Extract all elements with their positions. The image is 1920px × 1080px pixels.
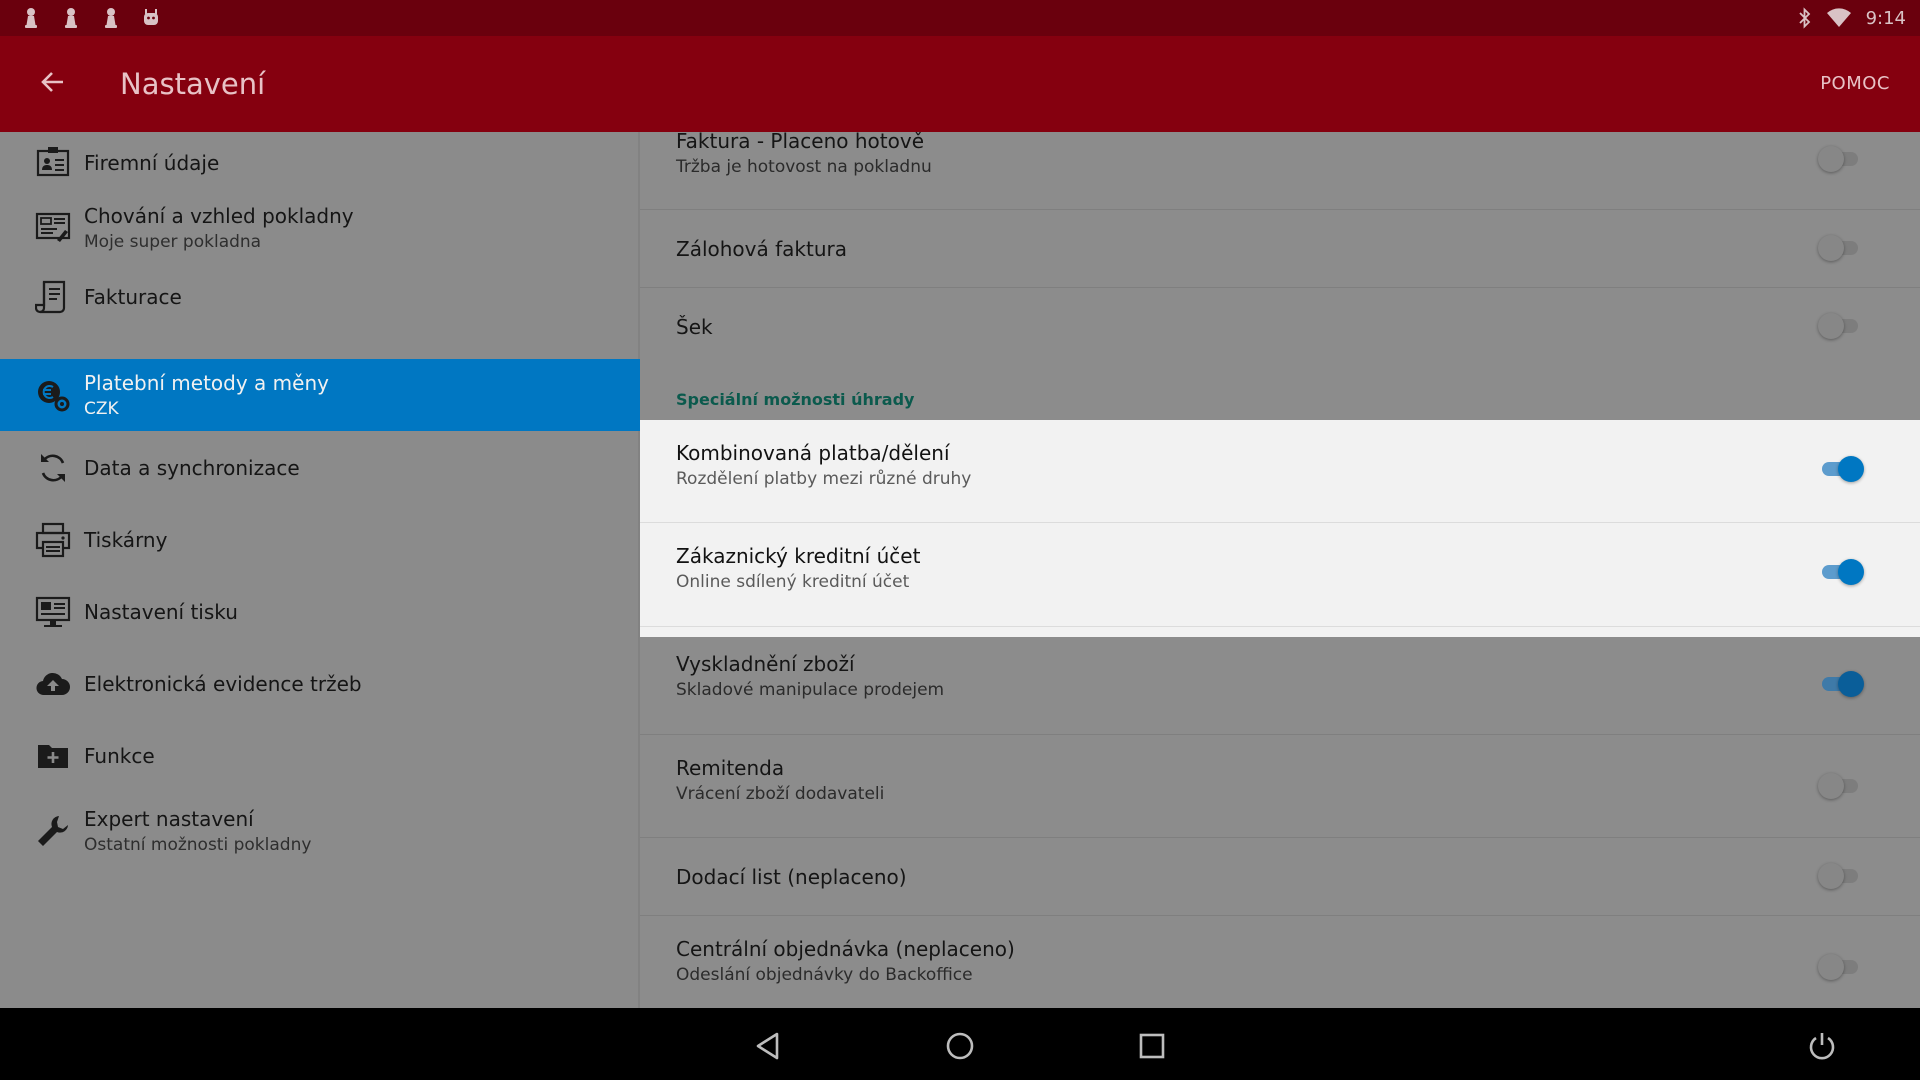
printer-icon [34, 521, 72, 559]
back-button[interactable] [24, 55, 82, 113]
sidebar-item-label: Expert nastavení [84, 807, 254, 831]
setting-subtitle: Vrácení zboží dodavateli [676, 784, 885, 804]
toggle-switch[interactable] [1818, 950, 1864, 984]
wifi-icon [1826, 8, 1852, 28]
arrow-back-icon [39, 68, 67, 100]
company-card-icon [34, 143, 72, 181]
help-button[interactable]: POMOC [1820, 73, 1890, 94]
sidebar-item-label: Tiskárny [84, 528, 168, 552]
setting-row-cheque[interactable]: Šek [640, 288, 1920, 366]
cloud-upload-icon [34, 665, 72, 703]
sidebar-item-functions[interactable]: Funkce [0, 728, 640, 784]
wrench-icon [34, 812, 72, 850]
sidebar-item-printers[interactable]: Tiskárny [0, 512, 640, 568]
sidebar-item-print-settings[interactable]: Nastavení tisku [0, 584, 640, 640]
setting-title: Vyskladnění zboží [676, 652, 855, 676]
setting-title: Remitenda [676, 756, 785, 780]
circle-home-icon [945, 1031, 975, 1061]
toggle-switch[interactable] [1818, 309, 1864, 343]
setting-subtitle: Rozdělení platby mezi různé druhy [676, 469, 972, 489]
sidebar-item-expert[interactable]: Expert nastavení Ostatní možnosti poklad… [0, 798, 640, 864]
setting-row-delivery-note[interactable]: Dodací list (neplaceno) [640, 838, 1920, 916]
setting-title: Faktura - Placeno hotově [676, 132, 925, 153]
nav-back-button[interactable] [748, 1026, 788, 1066]
setting-title: Zálohová faktura [676, 237, 847, 261]
setting-row-advance-invoice[interactable]: Zálohová faktura [640, 210, 1920, 288]
toggle-switch[interactable] [1818, 667, 1864, 701]
setting-title: Kombinovaná platba/dělení [676, 441, 950, 465]
setting-row-customer-credit[interactable]: Zákaznický kreditní účet Online sdílený … [640, 523, 1920, 627]
square-recents-icon [1137, 1031, 1167, 1061]
setting-subtitle: Odeslání objednávky do Backoffice [676, 965, 973, 985]
sidebar-item-label: Nastavení tisku [84, 600, 238, 624]
settings-sidebar: Firemní údaje Chování a vzhled pokladny … [0, 132, 640, 1008]
setting-title: Šek [676, 315, 713, 339]
sync-icon [34, 449, 72, 487]
sidebar-item-label: Data a synchronizace [84, 456, 300, 480]
setting-subtitle: Skladové manipulace prodejem [676, 680, 945, 700]
sidebar-item-eet[interactable]: Elektronická evidence tržeb [0, 656, 640, 712]
chess-pawn-icon [22, 7, 40, 29]
setting-row-invoice-cash[interactable]: Faktura - Placeno hotově Tržba je hotovo… [640, 132, 1920, 210]
bluetooth-icon [1798, 7, 1812, 29]
sidebar-item-label: Chování a vzhled pokladny [84, 204, 354, 228]
setting-row-split-payment[interactable]: Kombinovaná platba/dělení Rozdělení plat… [640, 420, 1920, 523]
toggle-switch[interactable] [1818, 142, 1864, 176]
sidebar-item-company[interactable]: Firemní údaje [0, 138, 640, 186]
toggle-switch[interactable] [1818, 859, 1864, 893]
invoice-icon [34, 278, 72, 316]
app-bar: Nastavení POMOC [0, 36, 1920, 132]
nav-recents-button[interactable] [1132, 1026, 1172, 1066]
status-time: 9:14 [1865, 7, 1906, 29]
sidebar-item-invoicing[interactable]: Fakturace [0, 268, 640, 326]
setting-row-central-order[interactable]: Centrální objednávka (neplaceno) Odeslán… [640, 916, 1920, 1008]
setting-title: Zákaznický kreditní účet [676, 544, 921, 568]
currency-gear-icon [34, 376, 72, 414]
sidebar-item-subtitle: Ostatní možnosti pokladny [84, 835, 312, 855]
power-icon [1807, 1031, 1837, 1061]
highlight-spacer [640, 627, 1920, 637]
sidebar-item-payment-methods[interactable]: Platební metody a měny CZK [0, 359, 640, 431]
sidebar-item-register-appearance[interactable]: Chování a vzhled pokladny Moje super pok… [0, 194, 640, 260]
setting-row-stock-dispatch[interactable]: Vyskladnění zboží Skladové manipulace pr… [640, 637, 1920, 735]
folder-plus-icon [34, 737, 72, 775]
page-title: Nastavení [120, 67, 266, 101]
setting-subtitle: Online sdílený kreditní účet [676, 572, 910, 592]
nav-home-button[interactable] [940, 1026, 980, 1066]
android-icon [142, 7, 160, 29]
status-bar: 9:14 [0, 0, 1920, 36]
section-header: Speciální možnosti úhrady [676, 390, 915, 409]
sidebar-item-label: Firemní údaje [84, 151, 220, 175]
print-settings-icon [34, 593, 72, 631]
sidebar-item-label: Fakturace [84, 285, 182, 309]
toggle-switch[interactable] [1818, 769, 1864, 803]
toggle-switch[interactable] [1818, 452, 1864, 486]
toggle-switch[interactable] [1818, 555, 1864, 589]
sidebar-item-subtitle: CZK [84, 399, 119, 419]
setting-title: Centrální objednávka (neplaceno) [676, 937, 1015, 961]
sidebar-item-label: Platební metody a měny [84, 371, 329, 395]
toggle-switch[interactable] [1818, 231, 1864, 265]
setting-subtitle: Tržba je hotovost na pokladnu [676, 157, 932, 177]
sidebar-item-label: Funkce [84, 744, 155, 768]
chess-pawn-icon [102, 7, 120, 29]
triangle-back-icon [753, 1031, 783, 1061]
system-navigation-bar [0, 1008, 1920, 1080]
sidebar-item-label: Elektronická evidence tržeb [84, 672, 362, 696]
system-status: 9:14 [1798, 7, 1920, 29]
power-button[interactable] [1802, 1026, 1842, 1066]
setting-row-returns[interactable]: Remitenda Vrácení zboží dodavateli [640, 735, 1920, 838]
sidebar-item-data-sync[interactable]: Data a synchronizace [0, 440, 640, 496]
chess-pawn-icon [62, 7, 80, 29]
setting-title: Dodací list (neplaceno) [676, 865, 907, 889]
register-appearance-icon [34, 208, 72, 246]
payment-settings-list: Faktura - Placeno hotově Tržba je hotovo… [640, 132, 1920, 1008]
sidebar-item-subtitle: Moje super pokladna [84, 232, 262, 252]
notification-icons [0, 7, 160, 29]
